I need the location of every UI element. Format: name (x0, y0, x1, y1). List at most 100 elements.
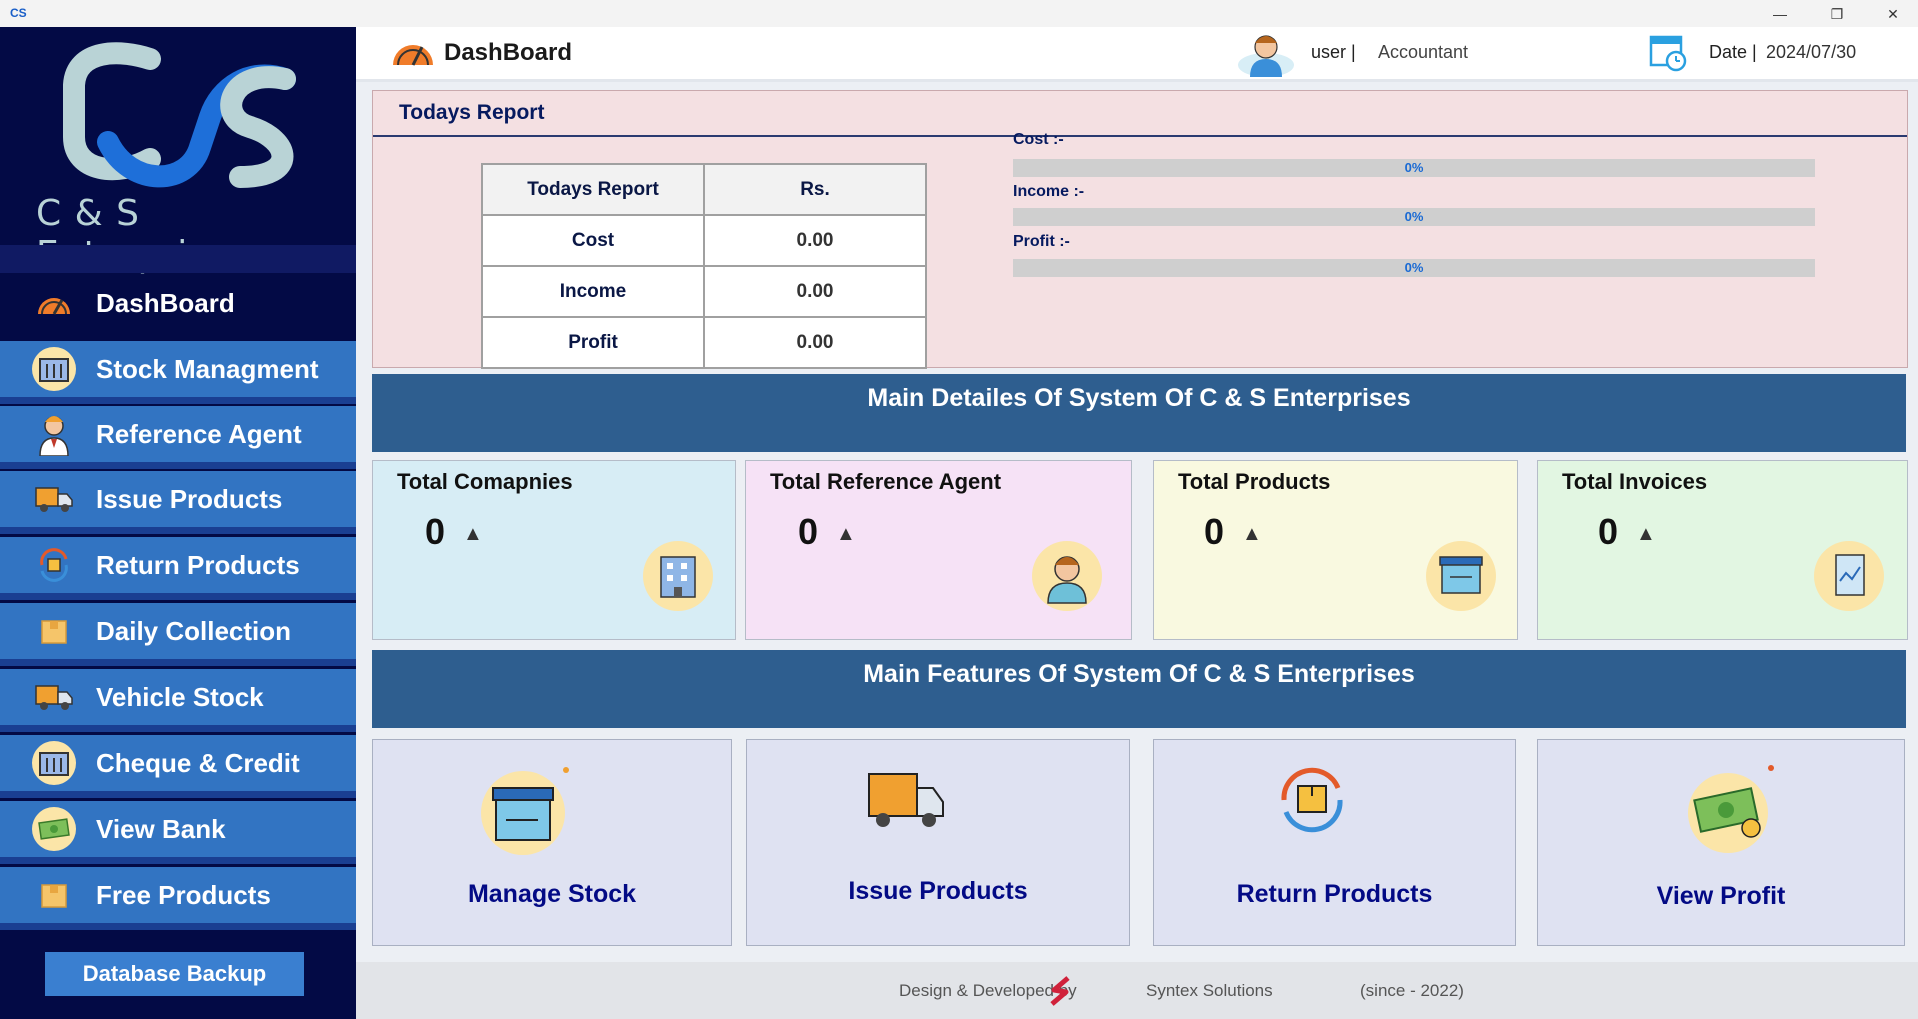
cs-logo-icon (63, 42, 296, 188)
features-title: Main Features Of System Of C & S Enterpr… (863, 660, 1415, 688)
sidebar: C & S Enterprises DashBoard Stock Managm… (0, 27, 356, 1019)
dashboard-gauge-icon (391, 35, 435, 74)
footer: Design & Developed by Syntex Solutions (… (356, 962, 1918, 1019)
dashboard-gauge-icon (32, 282, 76, 326)
restore-button[interactable]: ❐ (1822, 4, 1852, 24)
invoice-icon (1814, 541, 1884, 611)
stat-title: Total Invoices (1562, 469, 1708, 494)
syntex-logo-icon (1046, 974, 1076, 1013)
progress-text: 0% (1404, 160, 1424, 175)
table-row: Profit 0.00 (481, 316, 927, 369)
delivery-truck-icon (867, 768, 947, 837)
sidebar-item-daily-collection[interactable]: Daily Collection (0, 603, 356, 666)
stat-value: 0 (1598, 511, 1619, 552)
box-icon (32, 873, 76, 917)
calendar-clock-icon (1648, 31, 1690, 78)
sidebar-item-label: Free Products (96, 879, 271, 910)
income-progress-bar: 0% (1013, 208, 1815, 226)
window-titlebar: CS — ❐ ✕ (0, 0, 1918, 27)
app-logo-icon: CS (10, 6, 27, 20)
row-value: 0.00 (703, 214, 927, 267)
user-label: user | (1311, 42, 1356, 62)
user-role: Accountant (1378, 42, 1469, 62)
footer-since: (since - 2022) (1360, 981, 1464, 1000)
sidebar-item-view-bank[interactable]: View Bank (0, 801, 356, 864)
sidebar-item-dashboard[interactable]: DashBoard (0, 274, 356, 333)
report-title: Todays Report (399, 101, 545, 124)
row-label: Profit (481, 316, 705, 369)
sidebar-item-free-products[interactable]: Free Products (0, 867, 356, 930)
sidebar-item-label: Cheque & Credit (96, 747, 300, 778)
details-title: Main Detailes Of System Of C & S Enterpr… (867, 384, 1411, 412)
stock-icon (32, 347, 76, 391)
box-icon (32, 609, 76, 653)
manage-stock-card[interactable]: Manage Stock (372, 739, 732, 946)
profit-progress-bar: 0% (1013, 259, 1815, 277)
main-content: Todays Report Todays Report Rs. Cost 0.0… (356, 82, 1918, 1019)
sidebar-item-label: Daily Collection (96, 615, 292, 646)
profit-bar-label: Profit :- (1013, 233, 1070, 250)
stat-card-invoices: Total Invoices 0 ▲ (1537, 460, 1908, 640)
page-title: DashBoard (444, 39, 573, 66)
sidebar-item-vehicle-stock[interactable]: Vehicle Stock (0, 669, 356, 732)
sidebar-item-cheque-credit[interactable]: Cheque & Credit (0, 735, 356, 798)
sidebar-item-reference-agent[interactable]: Reference Agent (0, 406, 356, 469)
truck-icon (32, 477, 76, 521)
close-button[interactable]: ✕ (1878, 4, 1908, 24)
stat-card-companies: Total Comapnies 0 ▲ (372, 460, 736, 640)
up-arrow-icon: ▲ (463, 523, 483, 545)
table-row: Income 0.00 (481, 265, 927, 318)
stat-value: 0 (425, 511, 446, 552)
row-label: Income (481, 265, 705, 318)
money-icon (32, 807, 76, 851)
sidebar-divider (0, 245, 356, 273)
sidebar-item-label: Issue Products (96, 483, 283, 514)
truck-icon (32, 675, 76, 719)
stat-value: 0 (798, 511, 819, 552)
return-products-card[interactable]: Return Products (1153, 739, 1516, 946)
sidebar-item-stock[interactable]: Stock Managment (0, 341, 356, 404)
row-value: 0.00 (703, 316, 927, 369)
sidebar-item-label: Reference Agent (96, 418, 302, 449)
stat-title: Total Reference Agent (770, 469, 1002, 494)
view-profit-card[interactable]: View Profit (1537, 739, 1905, 946)
stat-title: Total Comapnies (397, 469, 573, 494)
table-row: Cost 0.00 (481, 214, 927, 267)
feature-label: View Profit (1656, 882, 1786, 910)
stat-title: Total Products (1178, 469, 1331, 494)
date-value: 2024/07/30 (1766, 42, 1857, 62)
report-table: Todays Report Rs. Cost 0.00 Income 0.00 … (481, 163, 927, 369)
stock-icon (32, 741, 76, 785)
stat-card-products: Total Products 0 ▲ (1153, 460, 1518, 640)
feature-label: Issue Products (848, 877, 1028, 905)
sidebar-item-label: Return Products (96, 549, 300, 580)
agent-icon (32, 412, 76, 456)
up-arrow-icon: ▲ (1242, 523, 1262, 545)
up-arrow-icon: ▲ (1636, 523, 1656, 545)
cost-progress-bar: 0% (1013, 159, 1815, 177)
minimize-button[interactable]: — (1765, 4, 1795, 24)
feature-label: Manage Stock (467, 880, 637, 908)
header-bar: DashBoard user | Accountant Date | 2024/… (356, 27, 1918, 82)
sidebar-item-return-products[interactable]: Return Products (0, 537, 356, 600)
table-header: Todays Report (481, 163, 705, 216)
income-bar-label: Income :- (1013, 183, 1085, 200)
issue-products-card[interactable]: Issue Products (746, 739, 1130, 946)
person-icon (1032, 541, 1102, 611)
row-value: 0.00 (703, 265, 927, 318)
progress-text: 0% (1404, 209, 1424, 224)
return-package-icon (1272, 760, 1352, 845)
progress-text: 0% (1404, 260, 1424, 275)
sidebar-item-issue-products[interactable]: Issue Products (0, 471, 356, 534)
table-header-row: Todays Report Rs. (481, 163, 927, 216)
stat-value: 0 (1204, 511, 1225, 552)
table-header: Rs. (703, 163, 927, 216)
feature-label: Return Products (1236, 880, 1433, 908)
database-backup-button[interactable]: Database Backup (45, 952, 304, 996)
sidebar-item-label: Stock Managment (96, 353, 319, 384)
stat-card-reference-agents: Total Reference Agent 0 ▲ (745, 460, 1132, 640)
footer-company: Syntex Solutions (1146, 981, 1273, 1000)
date-label: Date | (1709, 42, 1757, 62)
sidebar-item-label: Vehicle Stock (96, 681, 264, 712)
todays-report-panel: Todays Report Todays Report Rs. Cost 0.0… (372, 90, 1908, 369)
